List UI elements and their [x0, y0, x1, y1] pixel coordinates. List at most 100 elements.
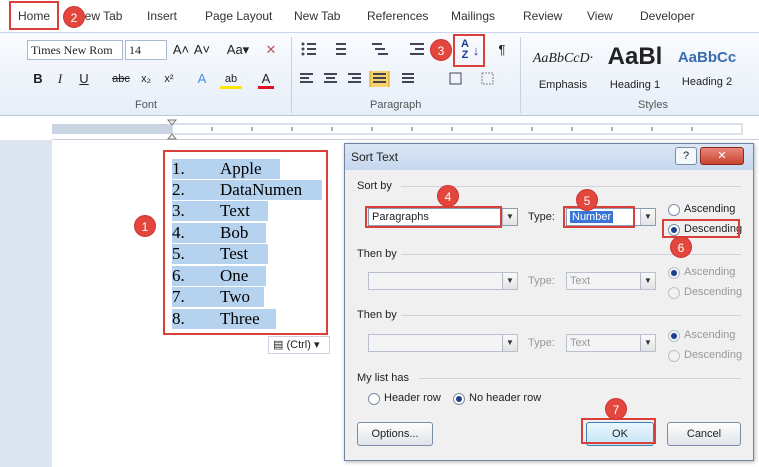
ribbon-tab-bar: Home New Tab Insert Page Layout New Tab … [0, 0, 759, 32]
italic-button[interactable]: I [52, 69, 68, 89]
font-size-value: 14 [129, 43, 141, 57]
chevron-down-icon: ▼ [502, 209, 517, 225]
horizontal-ruler[interactable] [52, 118, 759, 140]
header-row-label: Header row [384, 392, 441, 404]
chevron-down-icon: ▼ [640, 273, 655, 289]
ascending-label: Ascending [684, 203, 736, 215]
style-emphasis-name: Emphasis [538, 79, 588, 91]
step-badge-7: 7 [605, 398, 627, 420]
then-by-label: Then by [357, 248, 397, 260]
then-by-select-2[interactable]: ▼ [368, 334, 518, 352]
highlight-button[interactable]: ab [220, 69, 242, 89]
tab-new-tab-2[interactable]: New Tab [294, 9, 340, 23]
group-separator [291, 37, 292, 113]
then-by-type-value: Text [570, 275, 591, 287]
divider [401, 254, 741, 255]
cancel-button[interactable]: Cancel [667, 422, 741, 446]
ascending-radio[interactable] [668, 204, 680, 216]
tab-mailings[interactable]: Mailings [451, 9, 495, 23]
chevron-down-icon: ▼ [502, 335, 517, 351]
then-by-ascending-label: Ascending [684, 266, 736, 278]
step-badge-3: 3 [430, 39, 452, 61]
shrink-font-button[interactable]: A˅ [193, 40, 211, 60]
style-heading-2-preview: AaBbCc [677, 49, 737, 66]
font-name-value: Times New Rom [31, 43, 113, 57]
bold-button[interactable]: B [30, 69, 46, 89]
then-by-descending-radio[interactable] [668, 287, 680, 299]
paragraph-group-label: Paragraph [370, 99, 422, 111]
type-label: Type: [528, 337, 555, 349]
font-color-button[interactable]: A [258, 69, 274, 89]
list-has-label: My list has [357, 372, 409, 384]
text-effects-button[interactable]: A [193, 69, 211, 89]
close-button[interactable]: ✕ [700, 147, 744, 165]
step-badge-1: 1 [134, 215, 156, 237]
step-badge-4: 4 [437, 185, 459, 207]
paste-label: (Ctrl) [286, 339, 311, 351]
tab-references[interactable]: References [367, 9, 428, 23]
step-badge-5: 5 [576, 189, 598, 211]
style-heading-1[interactable]: AaBl Heading 1 [600, 41, 670, 93]
then-by-2-descending-radio[interactable] [668, 350, 680, 362]
chevron-down-icon: ▾ [310, 339, 320, 351]
divider [401, 315, 741, 316]
group-separator [520, 37, 521, 113]
paste-options-button[interactable]: ▤ (Ctrl) ▾ [268, 336, 330, 354]
header-row-radio[interactable] [368, 393, 380, 405]
clipboard-icon: ▤ [273, 339, 284, 351]
style-heading-2[interactable]: AaBbCc Heading 2 [672, 41, 742, 93]
document-margin-area [0, 140, 52, 467]
clear-format-icon[interactable]: ✕ [262, 40, 280, 60]
then-by-2-ascending-radio[interactable] [668, 330, 680, 342]
then-by-select[interactable]: ▼ [368, 272, 518, 290]
then-by-type-select-2[interactable]: Text ▼ [566, 334, 656, 352]
tab-developer[interactable]: Developer [640, 9, 695, 23]
step-badge-2: 2 [63, 6, 85, 28]
sort-by-label: Sort by [357, 180, 392, 192]
list-buttons-icon[interactable] [300, 41, 410, 57]
grow-font-button[interactable]: A˄ [172, 40, 190, 60]
then-by-2-descending-label: Descending [684, 349, 743, 361]
style-heading-2-name: Heading 2 [681, 76, 733, 88]
show-formatting-icon[interactable]: ¶ [494, 40, 510, 60]
sort-type-highlight [563, 206, 635, 228]
tab-insert[interactable]: Insert [147, 9, 177, 23]
chevron-down-icon: ▼ [640, 209, 655, 225]
tab-view[interactable]: View [587, 9, 613, 23]
then-by-label-2: Then by [357, 309, 397, 321]
help-button[interactable]: ? [675, 147, 697, 165]
divider [419, 378, 741, 379]
font-name-combo[interactable]: Times New Rom [27, 40, 123, 60]
ok-highlight [581, 418, 656, 444]
no-header-row-label: No header row [469, 392, 542, 404]
style-emphasis[interactable]: AaBbCcD· Emphasis [528, 41, 598, 93]
chevron-down-icon: ▼ [502, 273, 517, 289]
font-size-combo[interactable]: 14 [125, 40, 167, 60]
ruler-ticks [52, 119, 743, 140]
chevron-down-icon: ▼ [640, 335, 655, 351]
ribbon: Times New Rom 14 A˄ A˅ Aa▾ ✕ B I U abc x… [0, 32, 759, 116]
underline-button[interactable]: U [76, 69, 92, 89]
then-by-ascending-radio[interactable] [668, 267, 680, 279]
change-case-button[interactable]: Aa▾ [225, 40, 251, 60]
tab-review[interactable]: Review [523, 9, 562, 23]
indent-icon[interactable] [410, 41, 430, 57]
alignment-buttons-icon[interactable] [300, 71, 510, 87]
style-heading-1-preview: AaBl [607, 43, 663, 70]
superscript-button[interactable]: x² [160, 69, 178, 89]
tab-page-layout[interactable]: Page Layout [205, 9, 272, 23]
subscript-button[interactable]: x₂ [137, 69, 155, 89]
strikethrough-button[interactable]: abc [109, 69, 133, 89]
then-by-2-ascending-label: Ascending [684, 329, 736, 341]
styles-group-label: Styles [638, 99, 668, 111]
dialog-title: Sort Text [351, 150, 399, 164]
sort-button-highlight [453, 34, 485, 67]
home-tab-highlight [9, 1, 59, 30]
descending-highlight [662, 219, 740, 238]
no-header-row-radio[interactable] [453, 393, 465, 405]
style-heading-1-name: Heading 1 [609, 79, 661, 91]
then-by-type-select[interactable]: Text ▼ [566, 272, 656, 290]
type-label: Type: [528, 211, 555, 223]
options-button[interactable]: Options... [357, 422, 433, 446]
sort-text-dialog: Sort Text ? ✕ Sort by Paragraphs ▼ Type: … [344, 143, 754, 461]
